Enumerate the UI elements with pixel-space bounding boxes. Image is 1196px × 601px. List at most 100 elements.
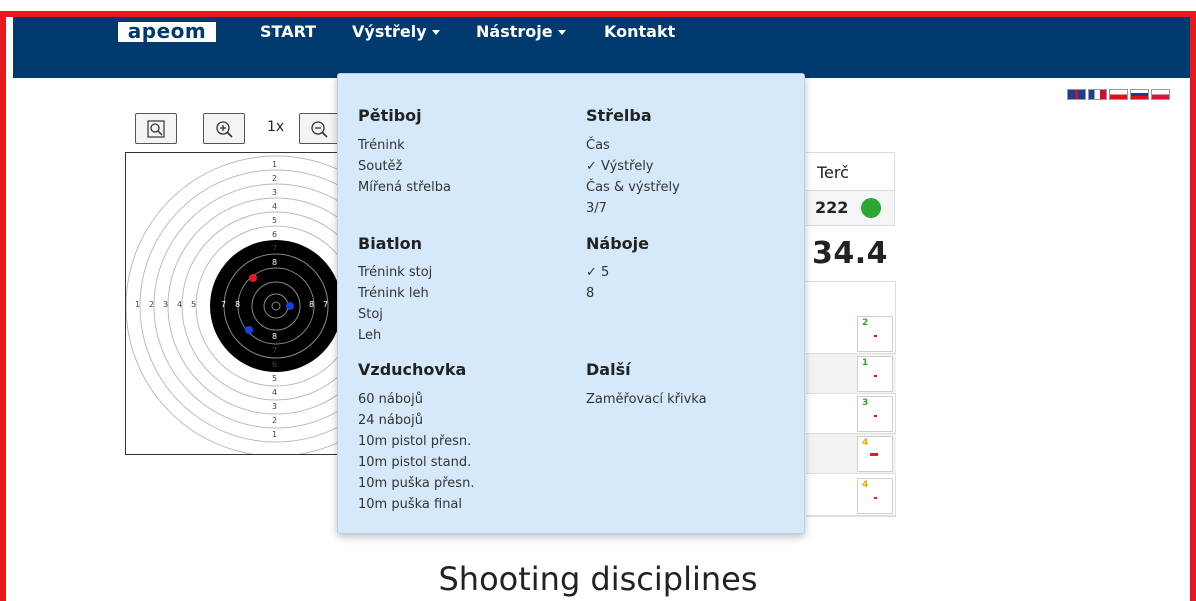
- shot-thumbnail: 1: [857, 356, 893, 392]
- menu-item[interactable]: 24 nábojů: [358, 413, 423, 429]
- menu-item[interactable]: ✓ Výstřely: [586, 159, 654, 175]
- target-label: Terč: [817, 163, 849, 182]
- apeom-logo[interactable]: apeom: [118, 21, 216, 42]
- ring-number: 5: [191, 300, 197, 309]
- nav-start[interactable]: START: [260, 22, 316, 42]
- shot-mark: [874, 335, 877, 337]
- zoom-in-icon: [216, 120, 233, 138]
- menu-item[interactable]: Soutěž: [358, 159, 402, 175]
- menu-item[interactable]: 10m pistol přesn.: [358, 434, 471, 450]
- menu-item[interactable]: 60 nábojů: [358, 392, 423, 408]
- ring-number: 8: [272, 332, 278, 341]
- chevron-down-icon: [557, 30, 566, 35]
- fit-zoom-button[interactable]: [135, 113, 177, 144]
- frame-right-border: [1190, 11, 1196, 601]
- section-heading: Vzduchovka: [358, 360, 467, 379]
- ring-number: 2: [272, 174, 278, 183]
- menu-item[interactable]: Trénink leh: [358, 286, 429, 302]
- flag-sk-icon[interactable]: [1130, 89, 1149, 100]
- ring-number: 1: [135, 300, 141, 309]
- shot-thumbnail: 4: [857, 478, 893, 514]
- ring-number: 5: [272, 216, 278, 225]
- section-heading: Biatlon: [358, 234, 422, 253]
- menu-item[interactable]: 10m pistol stand.: [358, 455, 471, 471]
- ring-number: 8: [272, 258, 278, 267]
- zoom-out-button[interactable]: [299, 113, 339, 144]
- section-heading: Pětiboj: [358, 106, 422, 125]
- zoom-out-icon: [311, 120, 328, 138]
- shot-thumbnail: 2: [857, 316, 893, 352]
- nav-kontakt-label: Kontakt: [604, 22, 676, 41]
- menu-item[interactable]: Stoj: [358, 307, 383, 323]
- ring-number: 8: [309, 300, 315, 309]
- vystrely-dropdown-menu: Pětiboj Trénink Soutěž Mířená střelba St…: [337, 73, 805, 534]
- nav-start-label: START: [260, 22, 317, 41]
- ring-number: 7: [221, 300, 227, 309]
- shooting-target[interactable]: 1234567887654321 1234567887: [125, 152, 345, 455]
- menu-item[interactable]: Leh: [358, 328, 381, 344]
- ring-number: 6: [205, 300, 211, 309]
- flag-cz-icon[interactable]: [1109, 89, 1128, 100]
- shot-number: 4: [862, 438, 869, 448]
- ring-number: 1: [272, 160, 278, 169]
- ring-number: 4: [272, 388, 278, 397]
- menu-item[interactable]: 10m puška final: [358, 497, 462, 513]
- menu-item[interactable]: Trénink stoj: [358, 265, 432, 281]
- section-heading: Další: [586, 360, 631, 379]
- flag-fr-icon[interactable]: [1088, 89, 1107, 100]
- shot-mark: [874, 415, 877, 417]
- menu-item[interactable]: Trénink: [358, 138, 405, 154]
- ring-number: 5: [272, 374, 278, 383]
- nav-vystrely[interactable]: Výstřely: [352, 22, 440, 42]
- menu-item[interactable]: Mířená střelba: [358, 180, 451, 196]
- menu-item[interactable]: Čas: [586, 138, 610, 154]
- menu-item[interactable]: 10m puška přesn.: [358, 476, 474, 492]
- shot-mark: [874, 375, 877, 377]
- ring-number: 3: [272, 188, 278, 197]
- shot-number: 1: [862, 358, 869, 368]
- menu-item[interactable]: 8: [586, 286, 594, 302]
- shot-number: 3: [862, 398, 869, 408]
- status-dot: [861, 198, 881, 218]
- shot-thumbnail: 4: [857, 436, 893, 472]
- section-heading: Střelba: [586, 106, 652, 125]
- nav-nastroje-label: Nástroje: [476, 22, 553, 41]
- ring-number: 2: [149, 300, 155, 309]
- ring-number: 7: [323, 300, 329, 309]
- ring-number: 1: [272, 430, 278, 439]
- ring-number: 7: [272, 346, 278, 355]
- nav-vystrely-label: Výstřely: [352, 22, 427, 41]
- total-score: 34.4: [812, 236, 889, 271]
- shot-number: 2: [862, 318, 869, 328]
- flag-pl-icon[interactable]: [1151, 89, 1170, 100]
- frame-left-border: [0, 11, 6, 601]
- zoom-level: 1x: [267, 119, 285, 135]
- ring-number: 3: [272, 402, 278, 411]
- fit-zoom-icon: [147, 119, 165, 138]
- zoom-in-button[interactable]: [203, 113, 245, 144]
- ring-number: 3: [163, 300, 169, 309]
- flag-en-icon[interactable]: [1067, 89, 1086, 100]
- ring-number: 4: [272, 202, 278, 211]
- shot-thumbnail: 3: [857, 396, 893, 432]
- shot-marker: [286, 302, 294, 310]
- shot-marker: [249, 274, 257, 282]
- ring-number: 8: [235, 300, 241, 309]
- nav-kontakt[interactable]: Kontakt: [604, 22, 675, 42]
- caption: Shooting disciplines: [438, 560, 758, 598]
- shot-mark: [874, 497, 877, 499]
- ring-number: 6: [272, 360, 278, 369]
- chevron-down-icon: [431, 30, 440, 35]
- shot-marker: [245, 326, 253, 334]
- menu-item[interactable]: Zaměřovací křivka: [586, 392, 707, 408]
- nav-nastroje[interactable]: Nástroje: [476, 22, 566, 42]
- menu-item[interactable]: Čas & výstřely: [586, 180, 680, 196]
- ring-number: 4: [177, 300, 183, 309]
- menu-item[interactable]: ✓ 5: [586, 265, 609, 281]
- menu-item[interactable]: 3/7: [586, 201, 607, 217]
- ring-number: 2: [272, 416, 278, 425]
- target-number: 222: [815, 198, 849, 217]
- ring-number: 6: [272, 230, 278, 239]
- section-heading: Náboje: [586, 234, 649, 253]
- ring-number: 7: [272, 244, 278, 253]
